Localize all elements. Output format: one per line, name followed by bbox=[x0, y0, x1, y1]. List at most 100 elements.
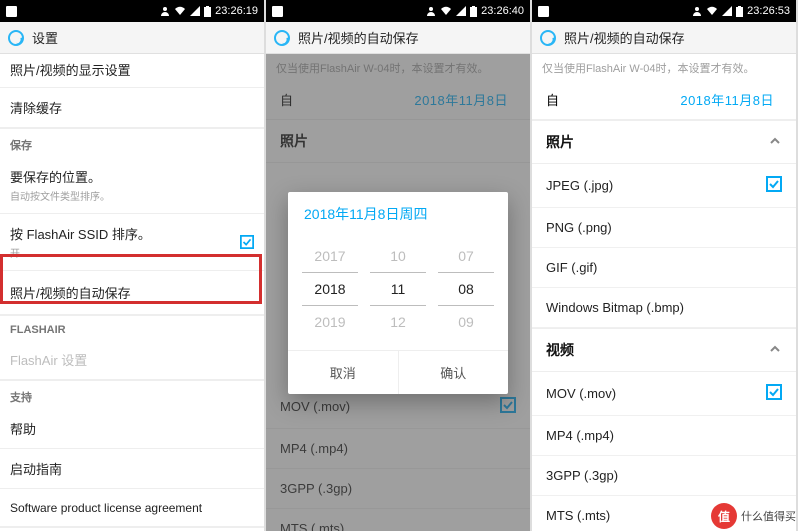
format-video-label: MOV (.mov) bbox=[546, 386, 616, 401]
format-photo-checkbox[interactable] bbox=[766, 176, 782, 195]
section-flashair: FLASHAIR bbox=[0, 315, 264, 340]
dialog-actions: 取消 确认 bbox=[288, 350, 508, 394]
section-save: 保存 bbox=[0, 128, 264, 157]
gallery-icon bbox=[272, 6, 283, 17]
auto-save-row[interactable]: 照片/视频的自动保存 bbox=[0, 271, 264, 315]
format-video-row[interactable]: 3GPP (.3gp) bbox=[532, 456, 796, 496]
help-row[interactable]: 帮助 bbox=[0, 409, 264, 449]
modal-overlay[interactable]: 2018年11月8日周四 2017 2018 2019 10 11 12 07 bbox=[266, 54, 530, 531]
clear-cache-label: 清除缓存 bbox=[10, 98, 62, 117]
category-photo-label: 照片 bbox=[546, 132, 574, 152]
day-wheel[interactable]: 07 08 09 bbox=[438, 240, 494, 338]
date-picker-dialog: 2018年11月8日周四 2017 2018 2019 10 11 12 07 bbox=[288, 192, 508, 394]
format-video-label: MTS (.mts) bbox=[546, 508, 610, 523]
page-title: 照片/视频的自动保存 bbox=[564, 28, 685, 47]
from-date-row[interactable]: 自 2018年11月8日 bbox=[532, 80, 796, 120]
wifi-icon bbox=[706, 6, 718, 16]
format-photo-row[interactable]: PNG (.png) bbox=[532, 208, 796, 248]
sort-ssid-checkbox[interactable] bbox=[240, 235, 254, 249]
ok-button[interactable]: 确认 bbox=[399, 351, 509, 394]
wifi-icon bbox=[440, 6, 452, 16]
status-bar: 23:26:53 bbox=[532, 0, 796, 22]
gallery-icon bbox=[538, 6, 549, 17]
note-text: 仅当使用FlashAir W-04时，本设置才有效。 bbox=[532, 54, 796, 80]
guide-label: 启动指南 bbox=[10, 459, 62, 478]
day-selected[interactable]: 08 bbox=[438, 272, 494, 306]
display-settings-row[interactable]: 照片/视频的显示设置 bbox=[0, 54, 264, 88]
format-video-row[interactable]: MOV (.mov) bbox=[532, 372, 796, 416]
chevron-up-icon bbox=[768, 342, 782, 359]
year-next[interactable]: 2019 bbox=[302, 306, 358, 338]
status-bar: 23:26:19 bbox=[0, 0, 264, 22]
person-icon bbox=[692, 6, 702, 16]
section-version: 版本信息 bbox=[0, 527, 264, 531]
category-photo-header[interactable]: 照片 bbox=[532, 120, 796, 164]
status-time: 23:26:53 bbox=[747, 5, 790, 17]
year-wheel[interactable]: 2017 2018 2019 bbox=[302, 240, 358, 338]
format-video-label: MP4 (.mp4) bbox=[546, 428, 614, 443]
status-time: 23:26:19 bbox=[215, 5, 258, 17]
category-video-header[interactable]: 视频 bbox=[532, 328, 796, 372]
sort-ssid-row[interactable]: 按 FlashAir SSID 排序。 开 bbox=[0, 214, 264, 271]
help-label: 帮助 bbox=[10, 419, 36, 438]
settings-list[interactable]: 照片/视频的显示设置 清除缓存 保存 要保存的位置。 自动按文件类型排序。 按 … bbox=[0, 54, 264, 531]
signal-icon bbox=[190, 6, 200, 16]
license-row[interactable]: Software product license agreement bbox=[0, 489, 264, 527]
battery-icon bbox=[470, 6, 477, 17]
flashair-settings-row[interactable]: FlashAir 设置 bbox=[0, 340, 264, 380]
sort-ssid-sub: 开 bbox=[10, 245, 151, 260]
format-photo-row[interactable]: JPEG (.jpg) bbox=[532, 164, 796, 208]
person-icon bbox=[160, 6, 170, 16]
day-next[interactable]: 09 bbox=[438, 306, 494, 338]
app-logo-icon bbox=[540, 30, 556, 46]
signal-icon bbox=[456, 6, 466, 16]
section-support: 支持 bbox=[0, 380, 264, 409]
auto-save-screen[interactable]: 仅当使用FlashAir W-04时，本设置才有效。 自 2018年11月8日 … bbox=[532, 54, 796, 531]
format-video-row[interactable]: MP4 (.mp4) bbox=[532, 416, 796, 456]
format-photo-label: GIF (.gif) bbox=[546, 260, 597, 275]
page-title: 照片/视频的自动保存 bbox=[298, 28, 419, 47]
from-date-value: 2018年11月8日 bbox=[680, 90, 774, 109]
format-photo-label: Windows Bitmap (.bmp) bbox=[546, 300, 684, 315]
license-label: Software product license agreement bbox=[10, 501, 202, 515]
clear-cache-row[interactable]: 清除缓存 bbox=[0, 88, 264, 128]
panel-datepicker: 23:26:40 照片/视频的自动保存 仅当使用FlashAir W-04时，本… bbox=[266, 0, 532, 531]
month-selected[interactable]: 11 bbox=[370, 272, 426, 306]
title-bar: 照片/视频的自动保存 bbox=[532, 22, 796, 54]
title-bar: 照片/视频的自动保存 bbox=[266, 22, 530, 54]
battery-icon bbox=[204, 6, 211, 17]
format-photo-label: PNG (.png) bbox=[546, 220, 612, 235]
battery-icon bbox=[736, 6, 743, 17]
guide-row[interactable]: 启动指南 bbox=[0, 449, 264, 489]
cancel-button[interactable]: 取消 bbox=[288, 351, 399, 394]
day-prev[interactable]: 07 bbox=[438, 240, 494, 272]
date-picker-wheels[interactable]: 2017 2018 2019 10 11 12 07 08 09 bbox=[288, 234, 508, 350]
save-location-row[interactable]: 要保存的位置。 自动按文件类型排序。 bbox=[0, 157, 264, 214]
gallery-icon bbox=[6, 6, 17, 17]
dialog-title: 2018年11月8日周四 bbox=[288, 192, 508, 234]
title-bar: 设置 bbox=[0, 22, 264, 54]
wifi-icon bbox=[174, 6, 186, 16]
signal-icon bbox=[722, 6, 732, 16]
format-video-checkbox[interactable] bbox=[766, 384, 782, 403]
auto-save-screen: 仅当使用FlashAir W-04时，本设置才有效。 自 2018年11月8日 … bbox=[266, 54, 530, 531]
year-prev[interactable]: 2017 bbox=[302, 240, 358, 272]
month-wheel[interactable]: 10 11 12 bbox=[370, 240, 426, 338]
watermark: 值 什么值得买 bbox=[711, 503, 796, 529]
month-prev[interactable]: 10 bbox=[370, 240, 426, 272]
year-selected[interactable]: 2018 bbox=[302, 272, 358, 306]
category-video-label: 视频 bbox=[546, 340, 574, 360]
save-location-label: 要保存的位置。 bbox=[10, 167, 110, 186]
chevron-up-icon bbox=[768, 134, 782, 151]
flashair-settings-label: FlashAir 设置 bbox=[10, 350, 87, 369]
auto-save-label: 照片/视频的自动保存 bbox=[10, 283, 131, 302]
panel-settings: 23:26:19 设置 照片/视频的显示设置 清除缓存 保存 要保存的位置。 自… bbox=[0, 0, 266, 531]
format-photo-row[interactable]: Windows Bitmap (.bmp) bbox=[532, 288, 796, 328]
from-label: 自 bbox=[546, 90, 559, 109]
status-bar: 23:26:40 bbox=[266, 0, 530, 22]
panel-formats: 23:26:53 照片/视频的自动保存 仅当使用FlashAir W-04时，本… bbox=[532, 0, 798, 531]
month-next[interactable]: 12 bbox=[370, 306, 426, 338]
format-photo-row[interactable]: GIF (.gif) bbox=[532, 248, 796, 288]
app-logo-icon bbox=[274, 30, 290, 46]
watermark-logo-icon: 值 bbox=[711, 503, 737, 529]
